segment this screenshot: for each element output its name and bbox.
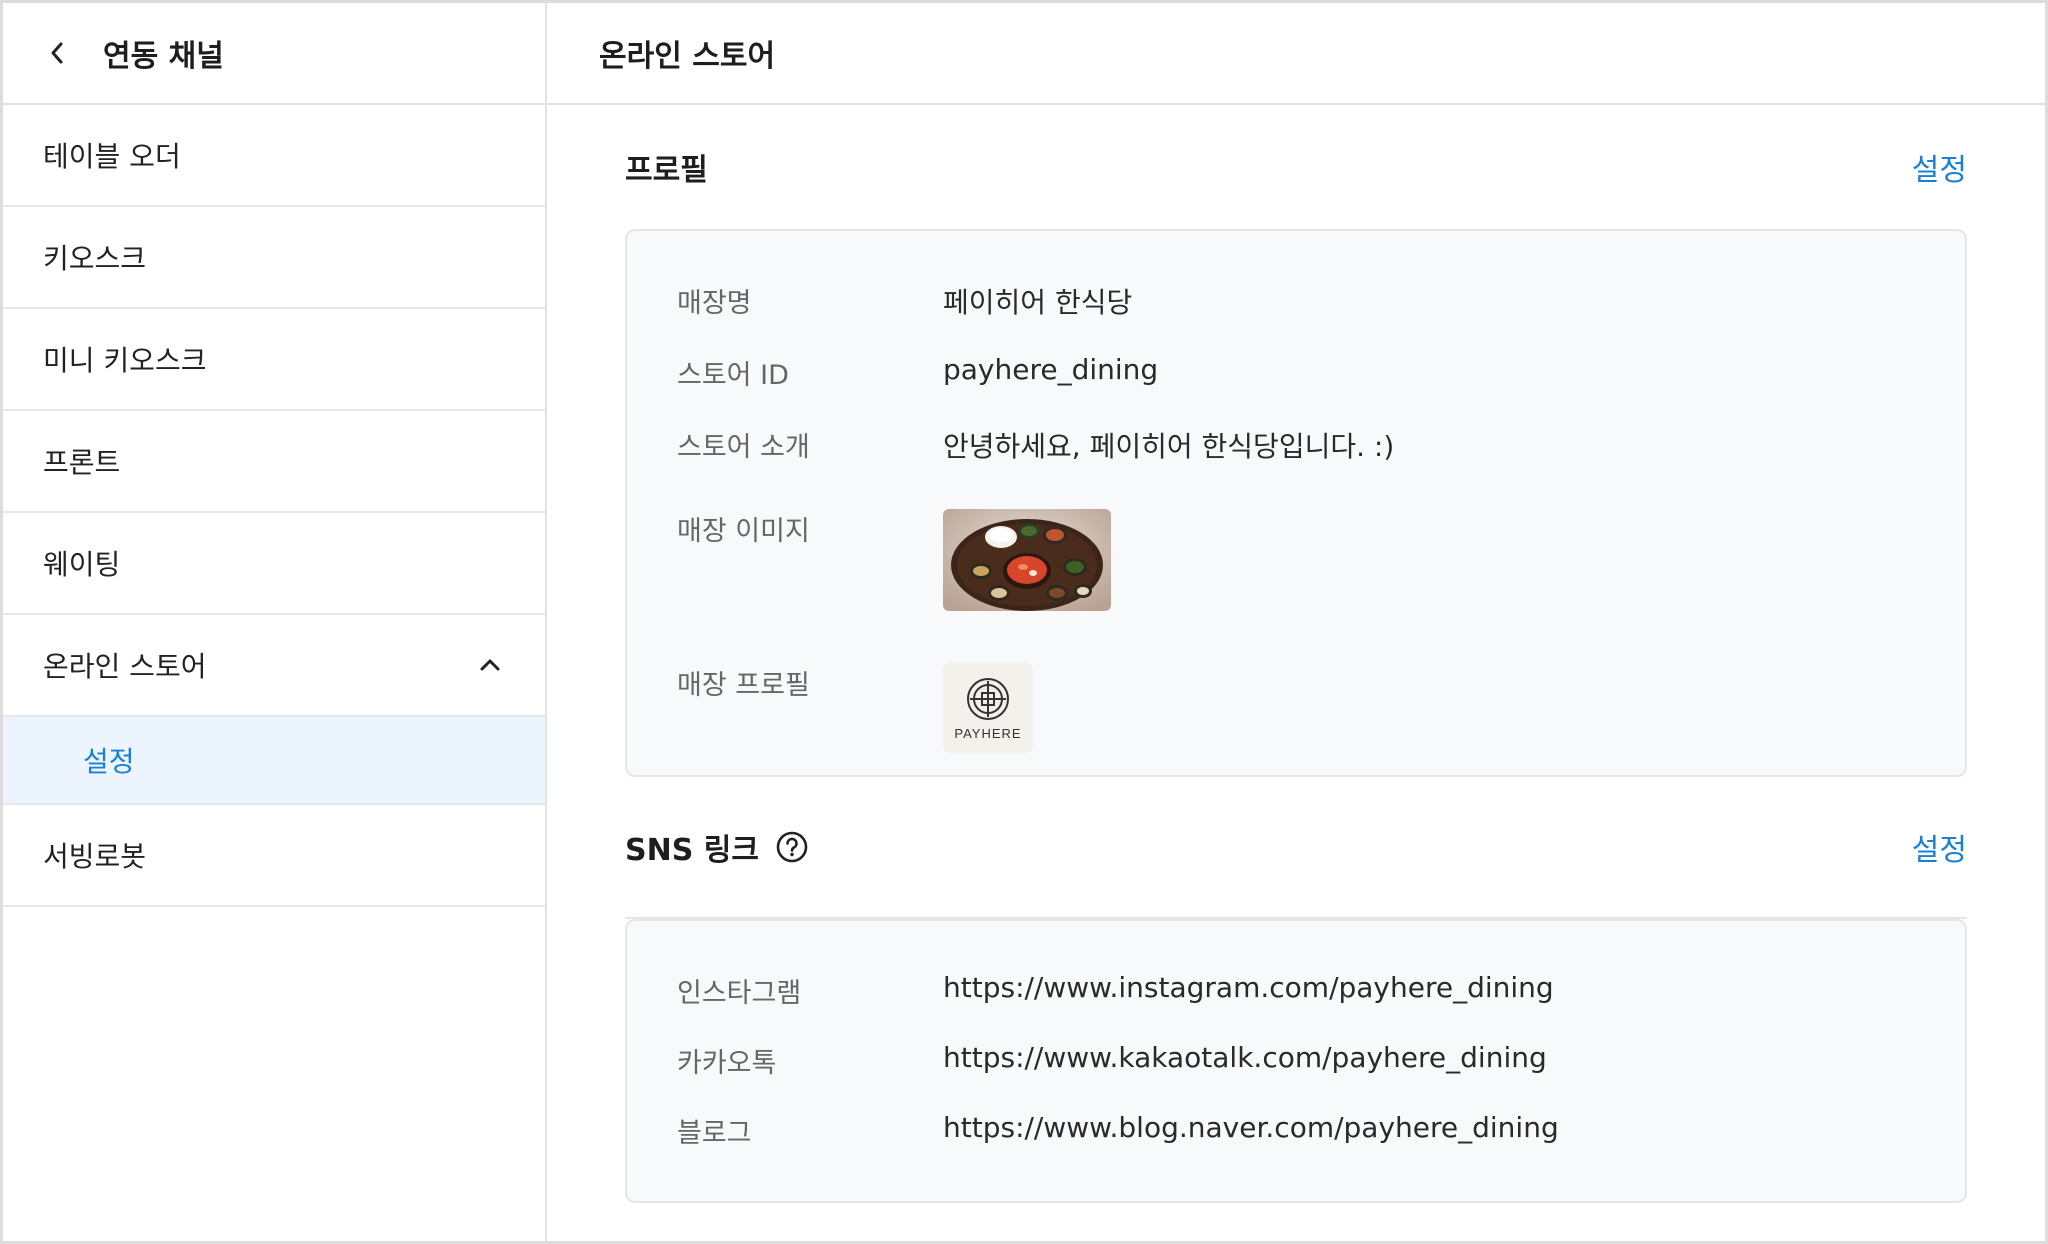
store-profile-row: 매장 프로필 PAYHERE [677, 663, 1915, 773]
sidebar-item-mini-kiosk[interactable]: 미니 키오스크 [3, 309, 545, 411]
kakaotalk-link[interactable]: https://www.kakaotalk.com/payhere_dining [943, 1041, 1547, 1074]
blog-label: 블로그 [677, 1118, 752, 1149]
chevron-up-icon[interactable] [475, 650, 505, 680]
blog-link[interactable]: https://www.blog.naver.com/payhere_dinin… [943, 1111, 1559, 1144]
payhere-logo-icon [967, 677, 1009, 720]
store-intro-label: 스토어 소개 [677, 432, 810, 463]
help-icon[interactable] [775, 830, 809, 864]
sns-card: 인스타그램 https://www.instagram.com/payhere_… [625, 919, 1967, 1203]
sns-section-title: SNS 링크 [625, 825, 809, 869]
sidebar-item-label: 웨이팅 [43, 548, 121, 581]
sidebar-item-online-store[interactable]: 온라인 스토어 [3, 615, 545, 717]
instagram-link[interactable]: https://www.instagram.com/payhere_dining [943, 971, 1554, 1004]
profile-settings-button[interactable]: 설정 [1912, 145, 1967, 189]
logo-text: PAYHERE [954, 725, 1022, 741]
instagram-label: 인스타그램 [677, 978, 802, 1009]
store-image-row: 매장 이미지 [677, 509, 1915, 663]
sidebar-item-serving-robot[interactable]: 서빙로봇 [3, 805, 545, 907]
main-panel: 온라인 스토어 프로필 설정 매장명 페이히어 한식당 스토어 ID payhe… [547, 3, 2045, 1241]
profile-card: 매장명 페이히어 한식당 스토어 ID payhere_dining 스토어 소… [625, 229, 1967, 777]
sns-settings-button[interactable]: 설정 [1912, 825, 1967, 869]
store-name-row: 매장명 페이히어 한식당 [677, 281, 1915, 353]
sidebar-item-waiting[interactable]: 웨이팅 [3, 513, 545, 615]
sidebar-title: 연동 채널 [103, 39, 224, 74]
sidebar-item-label: 서빙로봇 [43, 840, 147, 873]
app-frame: 연동 채널 테이블 오더 키오스크 미니 키오스크 프론트 웨이팅 온라인 스토… [0, 0, 2048, 1244]
store-id-row: 스토어 ID payhere_dining [677, 353, 1915, 425]
sidebar-item-label: 테이블 오더 [43, 140, 181, 173]
page-title: 온라인 스토어 [547, 3, 2045, 105]
sidebar-item-kiosk[interactable]: 키오스크 [3, 207, 545, 309]
profile-section-title: 프로필 [625, 153, 708, 188]
store-image-label: 매장 이미지 [677, 516, 810, 547]
kakaotalk-row: 카카오톡 https://www.kakaotalk.com/payhere_d… [677, 1041, 1915, 1111]
store-name-value: 페이히어 한식당 [943, 286, 1133, 319]
store-id-value: payhere_dining [943, 353, 1159, 386]
store-intro-row: 스토어 소개 안녕하세요, 페이히어 한식당입니다. :) [677, 425, 1915, 509]
sidebar-subitem-settings[interactable]: 설정 [3, 717, 545, 805]
profile-section-header: 프로필 설정 [625, 105, 1967, 229]
sidebar-item-label: 키오스크 [43, 242, 147, 275]
sidebar-subitem-label: 설정 [83, 745, 135, 778]
store-name-label: 매장명 [677, 288, 752, 319]
blog-row: 블로그 https://www.blog.naver.com/payhere_d… [677, 1111, 1915, 1181]
sidebar-item-table-order[interactable]: 테이블 오더 [3, 105, 545, 207]
store-food-image [943, 509, 1111, 611]
sidebar-item-label: 온라인 스토어 [43, 650, 207, 683]
sidebar-item-label: 프론트 [43, 446, 121, 479]
instagram-row: 인스타그램 https://www.instagram.com/payhere_… [677, 971, 1915, 1041]
back-arrow-icon[interactable] [41, 36, 75, 70]
sns-section-title-text: SNS 링크 [625, 833, 759, 868]
store-intro-value: 안녕하세요, 페이히어 한식당입니다. :) [943, 430, 1395, 463]
sns-section-header: SNS 링크 설정 [625, 777, 1967, 917]
sidebar-item-label: 미니 키오스크 [43, 344, 207, 377]
sidebar-item-front[interactable]: 프론트 [3, 411, 545, 513]
store-profile-label: 매장 프로필 [677, 670, 810, 701]
store-id-label: 스토어 ID [677, 360, 789, 391]
sidebar: 연동 채널 테이블 오더 키오스크 미니 키오스크 프론트 웨이팅 온라인 스토… [3, 3, 547, 1241]
store-logo: PAYHERE [943, 663, 1033, 753]
sidebar-header: 연동 채널 [3, 3, 545, 105]
kakaotalk-label: 카카오톡 [677, 1048, 777, 1079]
content-area: 프로필 설정 매장명 페이히어 한식당 스토어 ID payhere_dinin… [547, 105, 2045, 1203]
